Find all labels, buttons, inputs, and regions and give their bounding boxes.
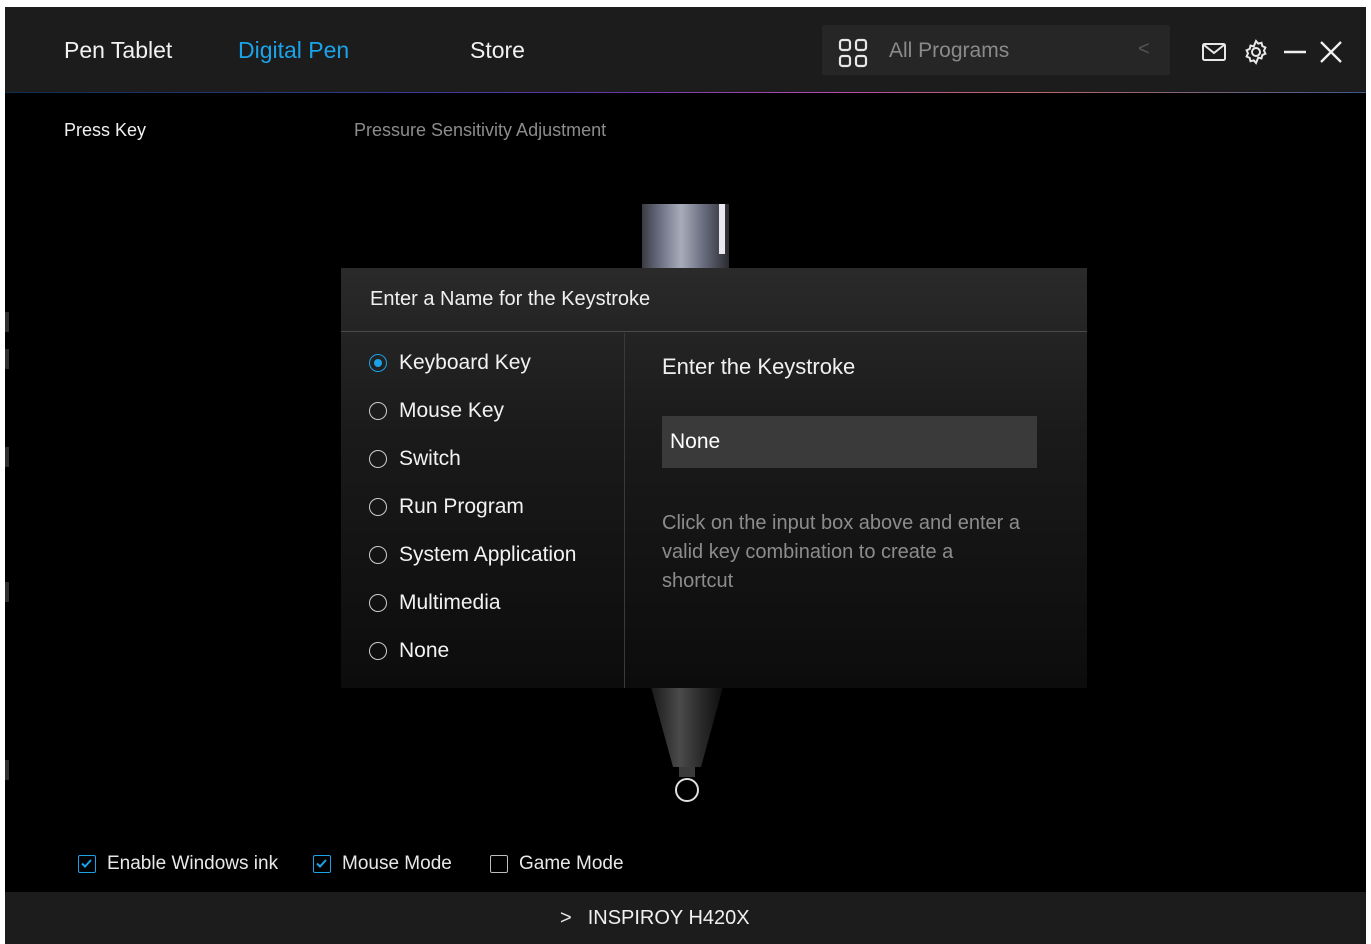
program-selector-label: All Programs [889, 39, 1010, 62]
option-run-program[interactable]: Run Program [369, 492, 524, 522]
keystroke-input[interactable] [662, 416, 1037, 468]
keystroke-dialog: Enter a Name for the Keystroke Keyboard … [341, 268, 1087, 688]
radio-icon[interactable] [369, 402, 387, 420]
device-footer[interactable]: > INSPIROY H420X [5, 892, 1366, 944]
mail-icon[interactable] [1200, 38, 1228, 66]
dialog-divider [624, 333, 625, 688]
option-system-application[interactable]: System Application [369, 540, 576, 570]
chevron-right-icon[interactable]: > [560, 907, 572, 930]
grid-icon [838, 38, 868, 68]
radio-icon[interactable] [369, 594, 387, 612]
tab-store[interactable]: Store [470, 36, 525, 64]
option-label: System Application [399, 543, 577, 566]
checkbox-enable-windows-ink[interactable]: Enable Windows ink [78, 852, 278, 876]
radio-icon[interactable] [369, 498, 387, 516]
option-multimedia[interactable]: Multimedia [369, 588, 501, 618]
option-keyboard-key[interactable]: Keyboard Key [369, 348, 531, 378]
dialog-header: Enter a Name for the Keystroke [341, 268, 1087, 332]
radio-selected-icon[interactable] [369, 354, 387, 372]
checkbox-checked-icon[interactable] [313, 855, 331, 873]
keystroke-help-text: Click on the input box above and enter a… [662, 512, 1021, 592]
gear-icon[interactable] [1242, 38, 1270, 66]
radio-icon[interactable] [369, 450, 387, 468]
option-label: None [399, 639, 450, 662]
minimize-icon[interactable] [1281, 38, 1309, 66]
chevron-left-icon[interactable]: < [1138, 38, 1150, 61]
radio-icon[interactable] [369, 546, 387, 564]
option-label: Multimedia [399, 591, 501, 614]
checkbox-label: Game Mode [519, 853, 624, 874]
option-label: Run Program [399, 495, 524, 518]
program-selector[interactable]: All Programs < [822, 25, 1170, 75]
option-none[interactable]: None [369, 636, 449, 666]
checkbox-mouse-mode[interactable]: Mouse Mode [313, 852, 452, 876]
pen-illustration-top [642, 204, 729, 274]
subtab-press-key[interactable]: Press Key [64, 120, 146, 141]
tab-pen-tablet[interactable]: Pen Tablet [64, 36, 172, 64]
pen-illustration-tip [651, 687, 723, 802]
option-mouse-key[interactable]: Mouse Key [369, 396, 504, 426]
window-edge-mark [5, 349, 9, 369]
close-icon[interactable] [1317, 38, 1345, 66]
checkbox-icon[interactable] [490, 855, 508, 873]
device-name: INSPIROY H420X [587, 907, 750, 929]
option-label: Keyboard Key [399, 351, 531, 374]
option-label: Switch [399, 447, 461, 470]
option-switch[interactable]: Switch [369, 444, 461, 474]
window-edge-mark [5, 312, 9, 332]
keystroke-heading: Enter the Keystroke [662, 354, 856, 379]
radio-icon[interactable] [369, 642, 387, 660]
subtab-pressure-sensitivity[interactable]: Pressure Sensitivity Adjustment [354, 120, 606, 141]
checkbox-checked-icon[interactable] [78, 855, 96, 873]
option-label: Mouse Key [399, 399, 505, 422]
top-bar: Pen Tablet Digital Pen Store All Program… [5, 7, 1366, 93]
tab-digital-pen[interactable]: Digital Pen [238, 36, 349, 64]
window-edge-mark [5, 760, 9, 780]
app-window: Pen Tablet Digital Pen Store All Program… [5, 7, 1366, 944]
device-selector[interactable]: > INSPIROY H420X [560, 907, 750, 930]
window-edge-mark [5, 447, 9, 467]
checkbox-label: Enable Windows ink [107, 853, 279, 874]
dialog-title: Enter a Name for the Keystroke [370, 288, 651, 310]
window-edge-mark [5, 582, 9, 602]
checkbox-label: Mouse Mode [342, 853, 452, 874]
checkbox-game-mode[interactable]: Game Mode [490, 852, 624, 876]
